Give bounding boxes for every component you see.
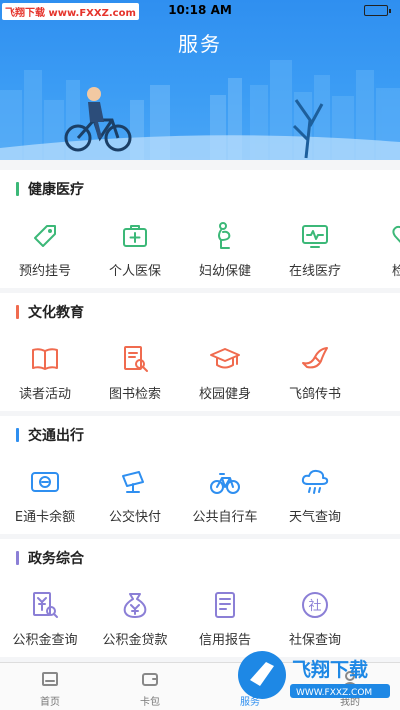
heart-icon	[392, 225, 400, 243]
tab-wallet[interactable]: 卡包	[100, 663, 200, 710]
section-title: 文化教育	[28, 305, 84, 321]
service-item-label: 校园健身	[198, 387, 251, 402]
section-items: 公积金查询 公积金贷款 信用报告社社保查询	[0, 577, 400, 657]
service-item[interactable]: 预约挂号	[0, 208, 90, 288]
service-item-label: 个人医保	[108, 264, 161, 279]
service-item-label: 检查	[391, 264, 400, 279]
service-section: 交通出行 E通卡余额 公交快付 公共自行车 天气查询	[0, 416, 400, 534]
service-item[interactable]: 检查	[360, 208, 400, 288]
service-item[interactable]: 社社保查询	[270, 577, 360, 657]
section-items: 预约挂号 个人医保 妇幼保健 在线医疗 检查	[0, 208, 400, 288]
svg-text:社: 社	[308, 598, 321, 614]
service-item-label: 图书检索	[108, 387, 161, 402]
service-item[interactable]: 校园健身	[180, 331, 270, 411]
service-item[interactable]: 个人医保	[90, 208, 180, 288]
tab-home[interactable]: 首页	[0, 663, 100, 710]
service-section: 文化教育读者活动 图书检索 校园健身 飞鸽传书	[0, 293, 400, 411]
section-title: 交通出行	[28, 428, 84, 444]
service-item-label: 飞鸽传书	[288, 387, 341, 402]
section-accent-bar	[16, 428, 19, 442]
header-banner: 飞翔下载 www.FXXZ.com 10:18 AM 服务	[0, 0, 400, 160]
bicycle-icon	[210, 473, 240, 494]
section-title: 健康医疗	[28, 182, 84, 198]
section-accent-bar	[16, 305, 19, 319]
service-item-label: 在线医疗	[288, 264, 341, 279]
service-section: 健康医疗预约挂号 个人医保 妇幼保健 在线医疗 检查	[0, 170, 400, 288]
section-accent-bar	[16, 182, 19, 196]
service-item[interactable]: 图书检索	[90, 331, 180, 411]
svg-text:飞翔下载: 飞翔下载	[292, 658, 368, 681]
tab-label: 卡包	[140, 697, 160, 708]
e-card-icon	[31, 472, 59, 492]
service-item[interactable]: 公交快付	[90, 454, 180, 534]
wallet-icon	[142, 673, 158, 686]
money-bag-icon	[123, 593, 147, 618]
section-items: 读者活动 图书检索 校园健身 飞鸽传书	[0, 331, 400, 411]
service-item[interactable]: 在线医疗	[270, 208, 360, 288]
service-item[interactable]: 读者活动	[0, 331, 90, 411]
section-header: 文化教育	[0, 293, 400, 331]
service-item-label: E通卡余额	[14, 510, 76, 525]
service-list[interactable]: 健康医疗预约挂号 个人医保 妇幼保健 在线医疗 检查文化教育读者活动 图书检索 校园健身 飞鸽…	[0, 160, 400, 662]
social-security-icon: 社	[302, 592, 328, 618]
book-icon	[32, 348, 58, 370]
pigeon-icon	[302, 347, 328, 369]
battery-icon	[364, 5, 391, 16]
service-item-label: 预约挂号	[18, 264, 71, 279]
service-item[interactable]: 公共自行车	[180, 454, 270, 534]
section-header: 交通出行	[0, 416, 400, 454]
page-title: 服务	[178, 32, 222, 56]
service-item[interactable]: 公积金贷款	[90, 577, 180, 657]
service-item-label: 天气查询	[288, 510, 341, 525]
service-item[interactable]: E通卡余额	[0, 454, 90, 534]
graduation-cap-icon	[210, 348, 240, 369]
status-time: 10:18 AM	[168, 3, 232, 17]
monitor-pulse-icon	[302, 225, 328, 248]
service-item-label: 妇幼保健	[198, 264, 251, 279]
service-item[interactable]: 飞鸽传书	[270, 331, 360, 411]
service-item[interactable]: 信用报告	[180, 577, 270, 657]
service-item-label: 公共自行车	[192, 510, 258, 525]
section-items: E通卡余额 公交快付 公共自行车 天气查询	[0, 454, 400, 534]
service-item-label: 公交快付	[108, 510, 161, 525]
tab-label: 首页	[40, 697, 60, 708]
status-bar: 飞翔下载 www.FXXZ.com 10:18 AM	[0, 0, 400, 20]
yuan-search-icon	[33, 592, 58, 618]
tag-icon	[34, 225, 56, 247]
service-item[interactable]: 天气查询	[270, 454, 360, 534]
report-icon	[215, 592, 235, 618]
book-search-icon	[124, 346, 148, 372]
section-accent-bar	[16, 551, 19, 565]
section-header: 政务综合	[0, 539, 400, 577]
medical-kit-icon	[123, 225, 147, 247]
watermark-logo: 飞翔下载 WWW.FXXZ.COM	[238, 651, 390, 699]
home-icon	[42, 672, 58, 686]
section-title: 政务综合	[28, 551, 84, 567]
service-section: 政务综合公积金查询 公积金贷款 信用报告社社保查询	[0, 539, 400, 657]
section-header: 健康医疗	[0, 170, 400, 208]
service-item-label: 公积金贷款	[102, 633, 168, 648]
pregnant-icon	[218, 222, 231, 249]
service-item-label: 读者活动	[18, 387, 71, 402]
service-item[interactable]: 公积金查询	[0, 577, 90, 657]
service-item-label: 公积金查询	[12, 633, 78, 648]
service-item[interactable]: 妇幼保健	[180, 208, 270, 288]
cloud-rain-icon	[301, 469, 329, 494]
svg-text:WWW.FXXZ.COM: WWW.FXXZ.COM	[296, 688, 372, 698]
camera-icon	[122, 471, 144, 493]
